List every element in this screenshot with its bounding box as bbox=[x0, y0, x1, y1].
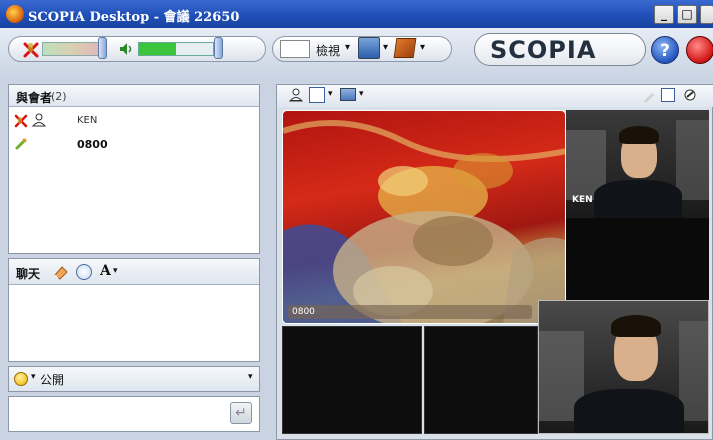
monitor-icon[interactable] bbox=[358, 37, 380, 59]
fullscreen-icon[interactable] bbox=[661, 88, 675, 102]
send-button[interactable]: ↵ bbox=[230, 402, 252, 424]
emoticon-dropdown-caret[interactable]: ▾ bbox=[31, 372, 36, 382]
chat-title: 聊天 bbox=[16, 267, 41, 281]
participants-count: (2) bbox=[51, 90, 67, 103]
participants-panel bbox=[8, 84, 260, 254]
brand-logo: SCOPIA bbox=[490, 36, 597, 64]
main-video-feed[interactable] bbox=[282, 110, 566, 324]
self-view-video[interactable] bbox=[538, 300, 709, 434]
font-dropdown-caret[interactable]: ▾ bbox=[113, 266, 118, 276]
speaker-volume-slider[interactable] bbox=[214, 37, 223, 59]
empty-video-slot bbox=[282, 326, 422, 434]
scopia-logo-icon bbox=[6, 5, 24, 23]
clock-icon[interactable] bbox=[76, 264, 92, 280]
empty-video-slot bbox=[424, 326, 538, 434]
eraser-icon[interactable] bbox=[52, 263, 70, 281]
view-menu-button[interactable]: 檢視 bbox=[316, 42, 340, 59]
hangup-icon[interactable] bbox=[686, 36, 713, 64]
box-dropdown-caret[interactable]: ▾ bbox=[420, 42, 425, 53]
screen-share-caret[interactable]: ▾ bbox=[359, 89, 364, 99]
help-icon[interactable]: ? bbox=[651, 36, 679, 64]
layout-icon[interactable] bbox=[280, 40, 310, 58]
participant-row[interactable] bbox=[12, 135, 256, 154]
participant-name: KEN bbox=[77, 115, 98, 126]
chat-header bbox=[9, 259, 259, 285]
microphone-icon bbox=[14, 137, 28, 151]
emoticon-icon[interactable] bbox=[14, 372, 28, 386]
window-title: SCOPIA Desktop - 會議 22650 bbox=[28, 10, 240, 25]
font-icon[interactable]: A bbox=[100, 263, 111, 279]
minimize-button[interactable]: _ bbox=[654, 5, 674, 24]
maximize-button[interactable]: □ bbox=[677, 5, 697, 24]
person-icon bbox=[31, 113, 47, 127]
microphone-volume-slider[interactable] bbox=[98, 37, 107, 59]
close-button[interactable] bbox=[700, 5, 713, 24]
empty-video-slot bbox=[566, 218, 709, 300]
speaker-icon[interactable] bbox=[118, 41, 134, 57]
view-dropdown-caret[interactable]: ▾ bbox=[345, 42, 350, 53]
muted-microphone-icon bbox=[14, 114, 28, 128]
microphone-level-bar bbox=[42, 42, 100, 56]
main-video-label: 0800 bbox=[288, 305, 532, 319]
pen-icon[interactable] bbox=[642, 89, 656, 103]
monitor-dropdown-caret[interactable]: ▾ bbox=[383, 42, 388, 53]
video-layout-caret[interactable]: ▾ bbox=[328, 89, 333, 99]
participant-video-label: KEN bbox=[572, 195, 593, 205]
participants-title: 與會者 bbox=[16, 91, 53, 105]
settings-icon[interactable] bbox=[683, 88, 697, 102]
participant-name: 0800 bbox=[77, 138, 108, 151]
video-layout-icon[interactable] bbox=[309, 87, 325, 103]
box-icon[interactable] bbox=[393, 38, 417, 58]
speaker-level-bar bbox=[138, 42, 214, 56]
participant-row[interactable] bbox=[12, 112, 256, 131]
person-view-icon[interactable] bbox=[288, 88, 304, 102]
scope-label: 公開 bbox=[40, 373, 65, 387]
screen-share-icon[interactable] bbox=[340, 88, 356, 101]
mute-microphone-icon[interactable] bbox=[22, 41, 40, 59]
scope-dropdown-caret[interactable]: ▾ bbox=[248, 372, 253, 382]
chat-message-input[interactable] bbox=[8, 396, 260, 432]
